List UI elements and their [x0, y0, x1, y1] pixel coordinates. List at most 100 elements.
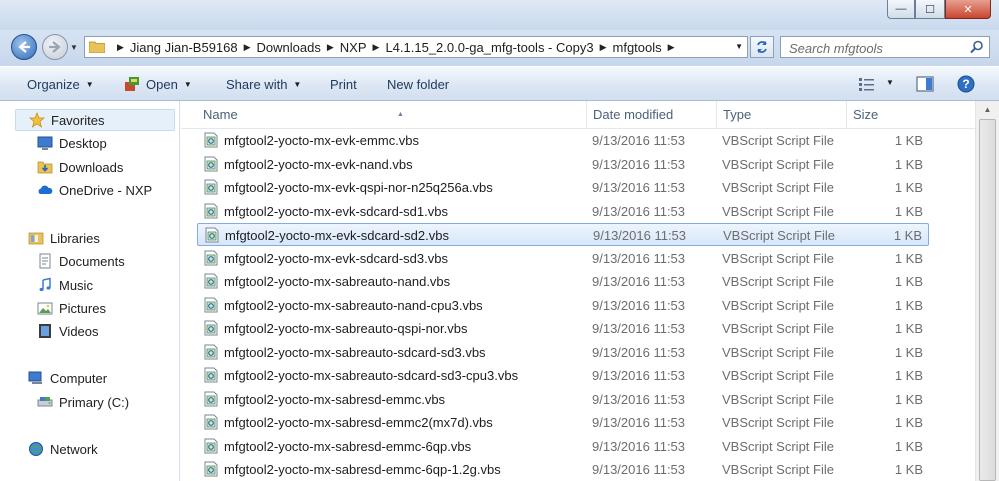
file-name[interactable]: mfgtool2-yocto-mx-sabresd-emmc.vbs [224, 392, 445, 407]
file-size: 1 KB [894, 344, 923, 360]
file-row[interactable]: mfgtool2-yocto-mx-sabreauto-qspi-nor.vbs… [197, 317, 929, 340]
breadcrumb-mfg-tools-copy3[interactable]: L4.1.15_2.0.0-ga_mfg-tools - Copy3 [385, 40, 593, 55]
breadcrumb-chevron-icon[interactable]: ▶ [373, 42, 380, 53]
breadcrumb-chevron-icon[interactable]: ▶ [668, 42, 675, 53]
file-name[interactable]: mfgtool2-yocto-mx-evk-emmc.vbs [224, 133, 419, 148]
vbscript-file-icon [204, 414, 218, 430]
file-type: VBScript Script File [722, 297, 834, 313]
column-name[interactable]: Name ▲ [197, 101, 587, 128]
breadcrumb-chevron-icon[interactable]: ▶ [244, 42, 251, 53]
scrollbar-thumb[interactable] [979, 119, 996, 481]
file-row[interactable]: mfgtool2-yocto-mx-sabresd-emmc-6qp.vbs 9/… [197, 435, 929, 458]
file-row[interactable]: mfgtool2-yocto-mx-sabreauto-sdcard-sd3-c… [197, 364, 929, 387]
vbscript-file-icon [204, 391, 218, 406]
nav-pictures[interactable]: Pictures [37, 297, 106, 319]
file-row[interactable]: mfgtool2-yocto-mx-sabresd-emmc.vbs 9/13/2… [197, 388, 929, 411]
help-button[interactable]: ? [957, 75, 975, 96]
file-name[interactable]: mfgtool2-yocto-mx-sabreauto-nand-cpu3.vb… [224, 298, 483, 313]
nav-computer[interactable]: Computer [28, 367, 107, 389]
new-folder-button[interactable]: New folder [387, 67, 449, 101]
nav-documents[interactable]: Documents [37, 250, 125, 272]
breadcrumb-mfgtools[interactable]: mfgtools [613, 40, 662, 55]
back-button[interactable] [11, 34, 37, 60]
file-row[interactable]: mfgtool2-yocto-mx-evk-sdcard-sd3.vbs 9/13… [197, 247, 929, 270]
share-with-button[interactable]: Share with ▼ [226, 67, 301, 101]
file-row[interactable]: mfgtool2-yocto-mx-sabreauto-sdcard-sd3.v… [197, 341, 929, 364]
recent-pages-dropdown[interactable]: ▼ [70, 43, 78, 52]
maximize-button[interactable]: ☐ [915, 0, 945, 19]
vertical-scrollbar[interactable]: ▲ [975, 101, 999, 481]
breadcrumb-chevron-icon[interactable]: ▶ [600, 42, 607, 53]
file-name[interactable]: mfgtool2-yocto-mx-sabreauto-nand.vbs [224, 274, 450, 289]
nav-primary-drive[interactable]: Primary (C:) [37, 391, 129, 413]
breadcrumb-downloads[interactable]: Downloads [257, 40, 321, 55]
column-type[interactable]: Type [717, 101, 847, 128]
breadcrumb-nxp[interactable]: NXP [340, 40, 367, 55]
file-row[interactable]: mfgtool2-yocto-mx-evk-nand.vbs 9/13/2016 … [197, 153, 929, 176]
file-name[interactable]: mfgtool2-yocto-mx-evk-nand.vbs [224, 157, 413, 172]
network-icon [29, 442, 43, 456]
breadcrumb-chevron-icon[interactable]: ▶ [327, 42, 334, 53]
file-name[interactable]: mfgtool2-yocto-mx-sabreauto-sdcard-sd3-c… [224, 368, 518, 383]
file-name[interactable]: mfgtool2-yocto-mx-sabreauto-sdcard-sd3.v… [224, 345, 486, 360]
file-row[interactable]: mfgtool2-yocto-mx-evk-sdcard-sd2.vbs 9/13… [197, 223, 929, 246]
forward-button[interactable] [42, 34, 68, 60]
nav-libraries[interactable]: Libraries [28, 227, 100, 249]
print-button[interactable]: Print [330, 67, 357, 101]
file-row[interactable]: mfgtool2-yocto-mx-sabresd-emmc2(mx7d).vb… [197, 411, 929, 434]
search-icon[interactable] [970, 40, 984, 54]
file-name[interactable]: mfgtool2-yocto-mx-sabreauto-qspi-nor.vbs [224, 321, 468, 336]
close-button[interactable]: ✕ [945, 0, 991, 19]
nav-network-label: Network [50, 441, 98, 457]
file-name[interactable]: mfgtool2-yocto-mx-evk-sdcard-sd2.vbs [225, 228, 449, 243]
address-dropdown[interactable]: ▼ [735, 42, 743, 51]
address-bar[interactable]: ▶ Jiang Jian-B59168 ▶ Downloads ▶ NXP ▶ … [84, 36, 748, 58]
view-options-dropdown[interactable]: ▼ [886, 78, 894, 87]
refresh-button[interactable] [750, 36, 774, 58]
nav-network[interactable]: Network [28, 438, 98, 460]
file-size: 1 KB [894, 203, 923, 219]
nav-favorites[interactable]: Favorites [15, 109, 175, 131]
nav-desktop[interactable]: Desktop [37, 132, 107, 154]
file-type: VBScript Script File [722, 156, 834, 172]
file-type: VBScript Script File [722, 462, 834, 477]
column-size[interactable]: Size [847, 101, 929, 128]
file-name[interactable]: mfgtool2-yocto-mx-sabresd-emmc-6qp.vbs [224, 439, 471, 454]
file-name[interactable]: mfgtool2-yocto-mx-sabresd-emmc2(mx7d).vb… [224, 415, 493, 430]
nav-downloads-label: Downloads [59, 159, 124, 175]
nav-music[interactable]: Music [37, 274, 93, 296]
file-type: VBScript Script File [722, 344, 834, 360]
organize-button[interactable]: Organize ▼ [27, 67, 94, 101]
file-row[interactable]: mfgtool2-yocto-mx-sabreauto-nand.vbs 9/13… [197, 270, 929, 293]
scroll-up-arrow-icon[interactable]: ▲ [976, 101, 999, 118]
open-button[interactable]: Open ▼ [124, 67, 192, 101]
open-with-icon [125, 77, 139, 91]
file-row[interactable]: mfgtool2-yocto-mx-evk-qspi-nor-n25q256a.… [197, 176, 929, 199]
file-row[interactable]: mfgtool2-yocto-mx-evk-sdcard-sd1.vbs 9/13… [197, 200, 929, 223]
nav-computer-label: Computer [50, 370, 108, 386]
nav-videos[interactable]: Videos [37, 320, 99, 342]
column-date-label: Date modified [593, 107, 674, 122]
breadcrumb-user[interactable]: Jiang Jian-B59168 [130, 40, 238, 55]
column-date-modified[interactable]: Date modified [587, 101, 717, 128]
nav-libraries-label: Libraries [50, 230, 100, 246]
file-size: 1 KB [894, 250, 923, 266]
preview-pane-button[interactable] [916, 76, 934, 95]
file-name[interactable]: mfgtool2-yocto-mx-evk-sdcard-sd1.vbs [224, 204, 448, 219]
file-row[interactable]: mfgtool2-yocto-mx-sabreauto-nand-cpu3.vb… [197, 294, 929, 317]
file-name[interactable]: mfgtool2-yocto-mx-sabresd-emmc-6qp-1.2g.… [224, 462, 501, 477]
search-input[interactable] [787, 38, 971, 58]
file-size: 1 KB [894, 274, 923, 289]
folder-icon [89, 41, 105, 53]
file-name[interactable]: mfgtool2-yocto-mx-evk-sdcard-sd3.vbs [224, 251, 448, 266]
file-row[interactable]: mfgtool2-yocto-mx-sabresd-emmc-6qp-1.2g.… [197, 458, 929, 481]
file-name[interactable]: mfgtool2-yocto-mx-evk-qspi-nor-n25q256a.… [224, 180, 493, 195]
column-name-label: Name [203, 107, 238, 122]
minimize-button[interactable]: — [887, 0, 915, 19]
file-size: 1 KB [894, 462, 923, 477]
file-date-modified: 9/13/2016 11:53 [592, 156, 686, 172]
nav-onedrive[interactable]: OneDrive - NXP [37, 179, 152, 201]
file-row[interactable]: mfgtool2-yocto-mx-evk-emmc.vbs 9/13/2016 … [197, 129, 929, 152]
change-view-button[interactable] [858, 76, 876, 95]
nav-downloads[interactable]: Downloads [37, 156, 123, 178]
